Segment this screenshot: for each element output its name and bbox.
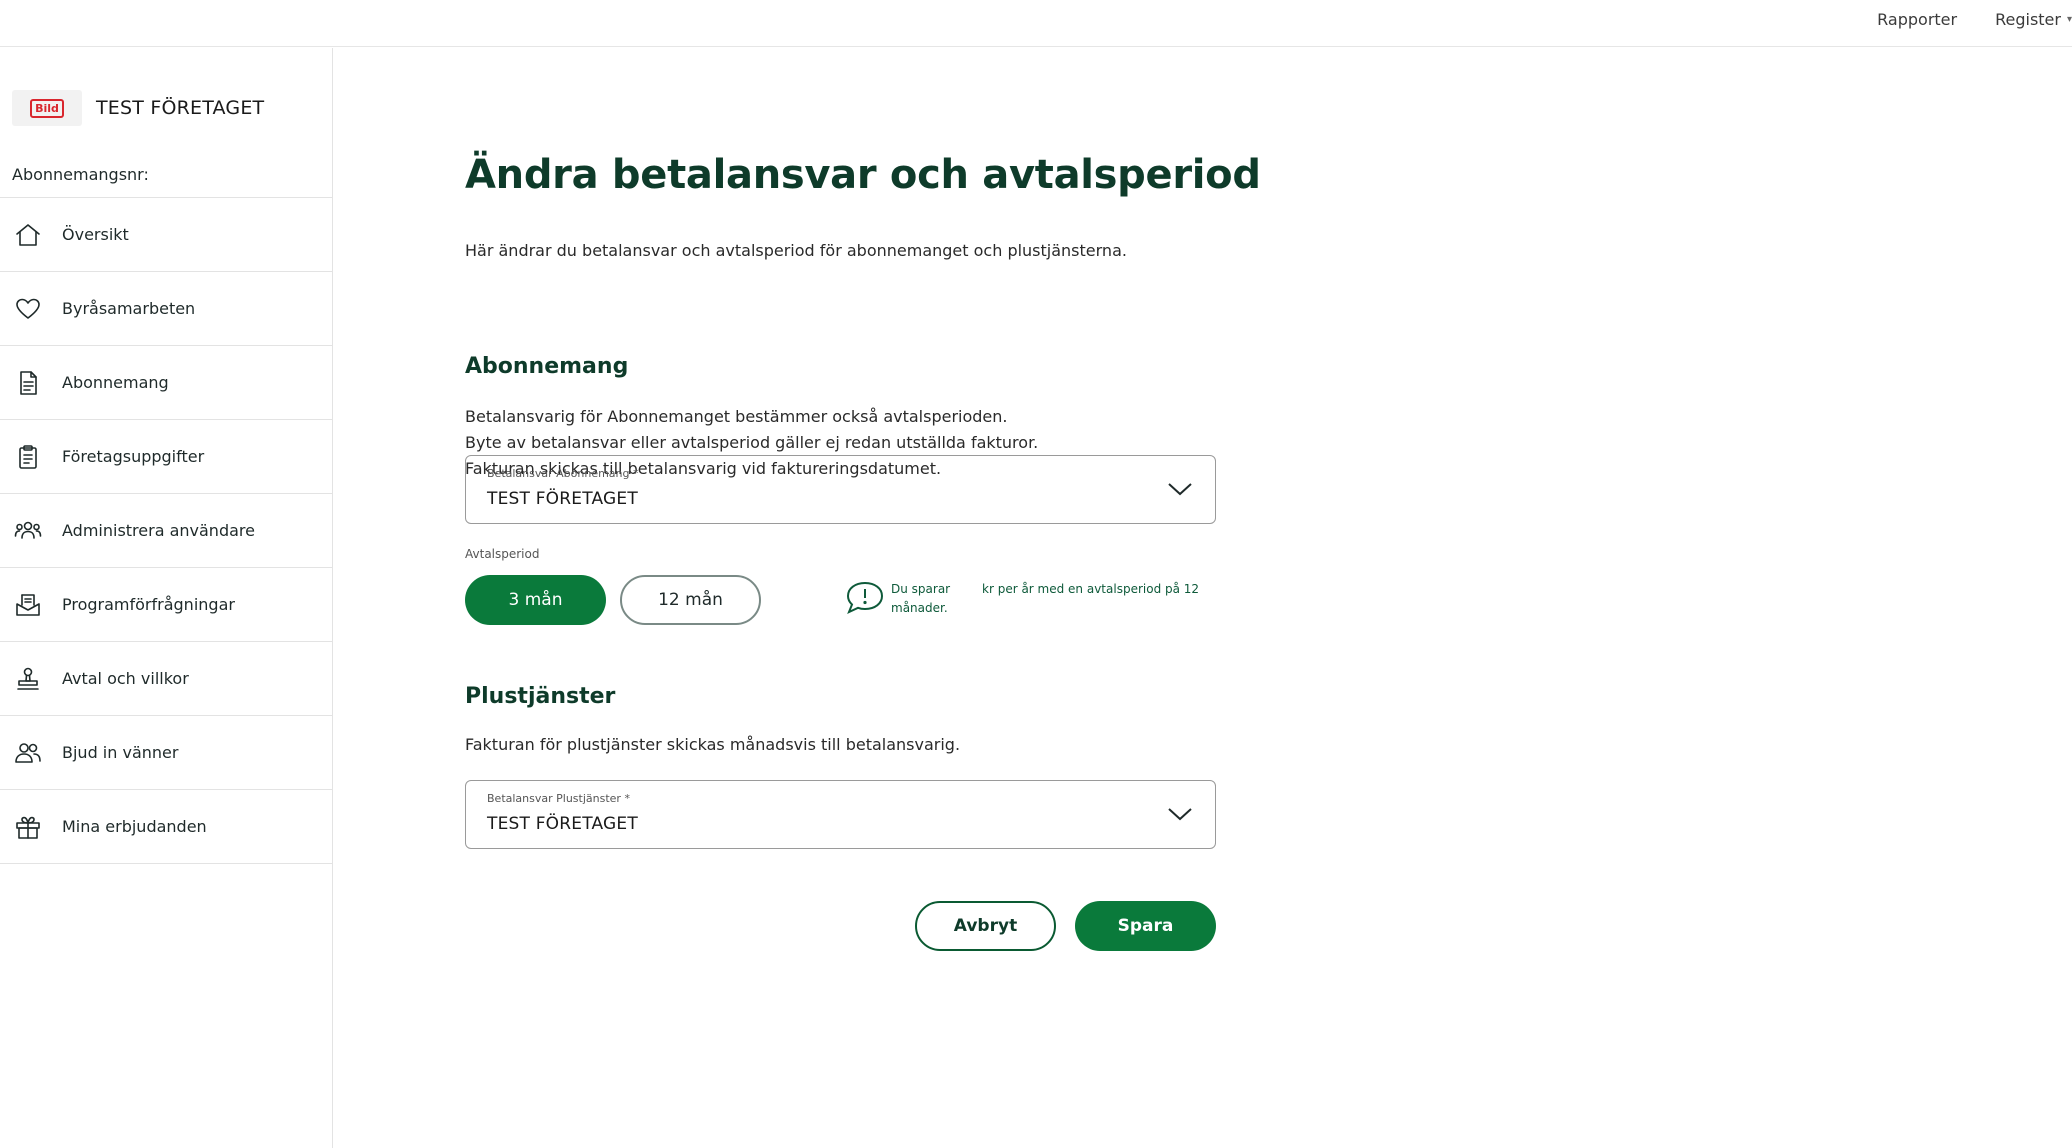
sidebar-item-abonnemang[interactable]: Abonnemang xyxy=(0,346,332,420)
sidebar-nav: Översikt Byråsamarbeten Abonnemang Föret… xyxy=(0,197,332,864)
addons-payer-value: TEST FÖRETAGET xyxy=(487,814,638,834)
chevron-down-icon: ▾ xyxy=(2066,14,2072,25)
top-nav-register-label: Register xyxy=(1995,10,2061,29)
invite-users-icon xyxy=(12,737,44,769)
users-icon xyxy=(12,515,44,547)
subscription-line: Byte av betalansvar eller avtalsperiod g… xyxy=(465,433,1039,452)
inbox-icon xyxy=(12,589,44,621)
subscription-number-label: Abonnemangsnr: xyxy=(12,165,149,184)
clipboard-icon xyxy=(12,441,44,473)
sidebar-item-bjud-in-vanner[interactable]: Bjud in vänner xyxy=(0,716,332,790)
addons-heading: Plustjänster xyxy=(465,684,616,709)
save-button[interactable]: Spara xyxy=(1075,901,1216,951)
page-intro: Här ändrar du betalansvar och avtalsperi… xyxy=(465,241,1127,260)
sidebar-item-label: Administrera användare xyxy=(62,521,255,540)
top-bar: Rapporter Register ▾ xyxy=(0,0,2072,47)
home-icon xyxy=(12,219,44,251)
bild-logo-icon: Bild xyxy=(30,98,64,118)
addons-payer-select[interactable]: Betalansvar Plustjänster * TEST FÖRETAGE… xyxy=(465,780,1216,849)
company-header: Bild TEST FÖRETAGET xyxy=(12,90,264,126)
savings-text-secondary: kr per år med en avtalsperiod på 12 xyxy=(982,582,1200,596)
sidebar-item-programforfragningar[interactable]: Programförfrågningar xyxy=(0,568,332,642)
top-nav: Rapporter Register ▾ xyxy=(1877,10,2072,29)
chevron-down-icon xyxy=(1167,805,1193,823)
sidebar-item-label: Abonnemang xyxy=(62,373,169,392)
speech-alert-icon xyxy=(845,580,885,616)
subscription-payer-label: Betalansvar Abonnemang * xyxy=(487,467,639,480)
sidebar-item-label: Byråsamarbeten xyxy=(62,299,196,318)
cancel-button[interactable]: Avbryt xyxy=(915,901,1056,951)
period-option-3-months[interactable]: 3 mån xyxy=(465,575,606,625)
page-title: Ändra betalansvar och avtalsperiod xyxy=(465,152,1261,198)
sidebar-item-mina-erbjudanden[interactable]: Mina erbjudanden xyxy=(0,790,332,864)
top-nav-register-link[interactable]: Register ▾ xyxy=(1995,10,2072,29)
company-logo: Bild xyxy=(12,90,82,126)
sidebar-item-label: Programförfrågningar xyxy=(62,595,235,614)
period-label: Avtalsperiod xyxy=(465,547,540,561)
document-icon xyxy=(12,367,44,399)
top-nav-reports-link[interactable]: Rapporter xyxy=(1877,10,1957,29)
sidebar-item-label: Avtal och villkor xyxy=(62,669,189,688)
sidebar: Bild TEST FÖRETAGET Abonnemangsnr: Övers… xyxy=(0,48,333,1148)
sidebar-item-label: Bjud in vänner xyxy=(62,743,179,762)
company-name: TEST FÖRETAGET xyxy=(96,97,265,119)
period-option-12-months[interactable]: 12 mån xyxy=(620,575,761,625)
sidebar-item-byrasamarbeten[interactable]: Byråsamarbeten xyxy=(0,272,332,346)
savings-text-primary: Du sparar månader. xyxy=(891,582,951,615)
sidebar-item-administrera-anvandare[interactable]: Administrera användare xyxy=(0,494,332,568)
subscription-line: Betalansvarig för Abonnemanget bestämmer… xyxy=(465,407,1008,426)
sidebar-item-label: Översikt xyxy=(62,225,129,244)
sidebar-item-label: Företagsuppgifter xyxy=(62,447,205,466)
addons-payer-label: Betalansvar Plustjänster * xyxy=(487,792,630,805)
sidebar-item-foretagsuppgifter[interactable]: Företagsuppgifter xyxy=(0,420,332,494)
savings-info: Du sparar månader. kr per år med en avta… xyxy=(845,580,1199,618)
subscription-payer-value: TEST FÖRETAGET xyxy=(487,489,638,509)
gift-icon xyxy=(12,811,44,843)
sidebar-item-avtal-och-villkor[interactable]: Avtal och villkor xyxy=(0,642,332,716)
sidebar-item-oversikt[interactable]: Översikt xyxy=(0,198,332,272)
stamp-icon xyxy=(12,663,44,695)
heart-icon xyxy=(12,293,44,325)
sidebar-item-label: Mina erbjudanden xyxy=(62,817,207,836)
addons-description: Fakturan för plustjänster skickas månads… xyxy=(465,735,961,754)
subscription-payer-select[interactable]: Betalansvar Abonnemang * TEST FÖRETAGET xyxy=(465,455,1216,524)
chevron-down-icon xyxy=(1167,480,1193,498)
subscription-heading: Abonnemang xyxy=(465,354,629,379)
